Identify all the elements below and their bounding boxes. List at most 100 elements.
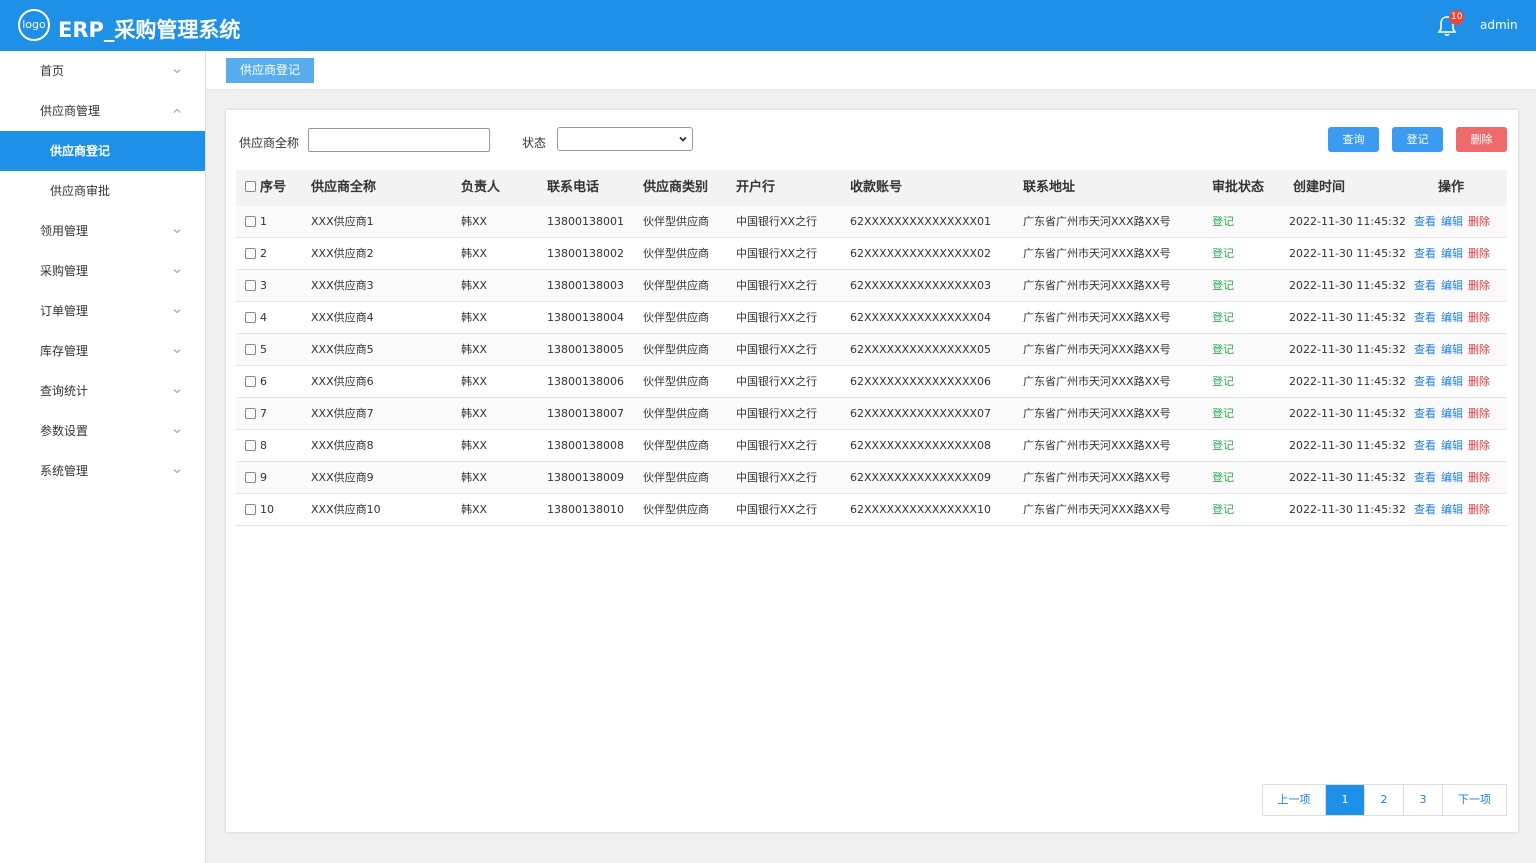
cell-address: 广东省广州市天河XXX路XX号 [1023,503,1171,516]
view-link[interactable]: 查看 [1414,366,1436,398]
view-link[interactable]: 查看 [1414,430,1436,462]
cell-status: 登记 [1212,215,1234,228]
cell-name: XXX供应商2 [311,247,374,260]
tab-supplier-register[interactable]: 供应商登记 [226,58,315,83]
row-checkbox[interactable] [245,248,256,259]
cell-name: XXX供应商3 [311,279,374,292]
register-button[interactable]: 登记 [1392,127,1443,152]
delete-link[interactable]: 删除 [1468,494,1490,526]
edit-link[interactable]: 编辑 [1441,462,1463,494]
cell-type: 伙伴型供应商 [643,407,709,420]
header-created: 创建时间 [1293,180,1346,195]
cell-phone: 13800138001 [547,215,624,228]
page-3-button[interactable]: 3 [1404,785,1443,815]
table-row: 9 XXX供应商9 韩XX 13800138009 伙伴型供应商 中国银行XX之行 62XX… [236,462,1507,494]
sidebar-item-purchase[interactable]: 采购管理 [0,251,205,291]
view-link[interactable]: 查看 [1414,398,1436,430]
sidebar-item-parameters[interactable]: 参数设置 [0,411,205,451]
cell-phone: 13800138004 [547,311,624,324]
edit-link[interactable]: 编辑 [1441,334,1463,366]
cell-type: 伙伴型供应商 [643,343,709,356]
sidebar-item-statistics[interactable]: 查询统计 [0,371,205,411]
cell-owner: 韩XX [461,503,488,516]
header-account: 收款账号 [850,180,903,195]
edit-link[interactable]: 编辑 [1441,206,1463,238]
supplier-table: 序号 供应商全称 负责人 联系电话 供应商类别 开户行 收款账号 联系地址 审批… [236,170,1507,526]
delete-link[interactable]: 删除 [1468,462,1490,494]
table-row: 5 XXX供应商5 韩XX 13800138005 伙伴型供应商 中国银行XX之行 62XX… [236,334,1507,366]
delete-link[interactable]: 删除 [1468,366,1490,398]
status-select[interactable] [557,127,693,151]
edit-link[interactable]: 编辑 [1441,398,1463,430]
view-link[interactable]: 查看 [1414,334,1436,366]
view-link[interactable]: 查看 [1414,238,1436,270]
user-name[interactable]: admin [1480,18,1518,32]
view-link[interactable]: 查看 [1414,302,1436,334]
chevron-down-icon [173,229,181,234]
cell-address: 广东省广州市天河XXX路XX号 [1023,375,1171,388]
notification-badge: 10 [1449,10,1465,25]
prev-page-button[interactable]: 上一项 [1263,785,1326,815]
cell-no: 1 [260,215,267,228]
cell-no: 7 [260,407,267,420]
cell-phone: 13800138008 [547,439,624,452]
edit-link[interactable]: 编辑 [1441,366,1463,398]
row-checkbox[interactable] [245,280,256,291]
sidebar-item-inventory[interactable]: 库存管理 [0,331,205,371]
delete-link[interactable]: 删除 [1468,334,1490,366]
row-checkbox[interactable] [245,408,256,419]
cell-name: XXX供应商5 [311,343,374,356]
query-button[interactable]: 查询 [1328,127,1379,152]
edit-link[interactable]: 编辑 [1441,302,1463,334]
view-link[interactable]: 查看 [1414,462,1436,494]
row-checkbox[interactable] [245,376,256,387]
cell-bank: 中国银行XX之行 [736,215,818,228]
sidebar-item-supplier-management[interactable]: 供应商管理 [0,91,205,131]
delete-link[interactable]: 删除 [1468,206,1490,238]
sidebar: 首页 供应商管理 供应商登记 供应商审批 领用管理 采购管理 订单管理 库存管理… [0,51,206,863]
edit-link[interactable]: 编辑 [1441,494,1463,526]
table-header: 序号 供应商全称 负责人 联系电话 供应商类别 开户行 收款账号 联系地址 审批… [236,170,1507,206]
delete-link[interactable]: 删除 [1468,430,1490,462]
cell-address: 广东省广州市天河XXX路XX号 [1023,279,1171,292]
page-1-button[interactable]: 1 [1326,785,1365,815]
sidebar-item-supplier-approval[interactable]: 供应商审批 [0,171,205,211]
sidebar-item-requisition[interactable]: 领用管理 [0,211,205,251]
edit-link[interactable]: 编辑 [1441,270,1463,302]
delete-button[interactable]: 删除 [1456,127,1507,152]
row-checkbox[interactable] [245,344,256,355]
page-2-button[interactable]: 2 [1365,785,1404,815]
row-checkbox[interactable] [245,312,256,323]
header-no: 序号 [260,180,287,195]
view-link[interactable]: 查看 [1414,270,1436,302]
sidebar-item-label: 供应商登记 [50,144,111,158]
row-checkbox[interactable] [245,472,256,483]
view-link[interactable]: 查看 [1414,494,1436,526]
delete-link[interactable]: 删除 [1468,270,1490,302]
cell-no: 9 [260,471,267,484]
delete-link[interactable]: 删除 [1468,302,1490,334]
select-all-checkbox[interactable] [245,181,256,192]
sidebar-item-system[interactable]: 系统管理 [0,451,205,491]
sidebar-item-supplier-register[interactable]: 供应商登记 [0,131,205,171]
delete-link[interactable]: 删除 [1468,398,1490,430]
cell-name: XXX供应商1 [311,215,374,228]
sidebar-item-orders[interactable]: 订单管理 [0,291,205,331]
supplier-name-input[interactable] [308,128,490,152]
row-checkbox[interactable] [245,504,256,515]
next-page-button[interactable]: 下一项 [1443,785,1506,815]
cell-bank: 中国银行XX之行 [736,407,818,420]
cell-account: 62XXXXXXXXXXXXXXX02 [850,247,992,260]
cell-type: 伙伴型供应商 [643,247,709,260]
view-link[interactable]: 查看 [1414,206,1436,238]
cell-status: 登记 [1212,279,1234,292]
row-checkbox[interactable] [245,440,256,451]
delete-link[interactable]: 删除 [1468,238,1490,270]
edit-link[interactable]: 编辑 [1441,238,1463,270]
edit-link[interactable]: 编辑 [1441,430,1463,462]
row-checkbox[interactable] [245,216,256,227]
sidebar-item-home[interactable]: 首页 [0,51,205,91]
sidebar-item-label: 查询统计 [40,384,89,398]
cell-created: 2022-11-30 11:45:32 [1289,439,1406,452]
sidebar-item-label: 系统管理 [40,464,89,478]
